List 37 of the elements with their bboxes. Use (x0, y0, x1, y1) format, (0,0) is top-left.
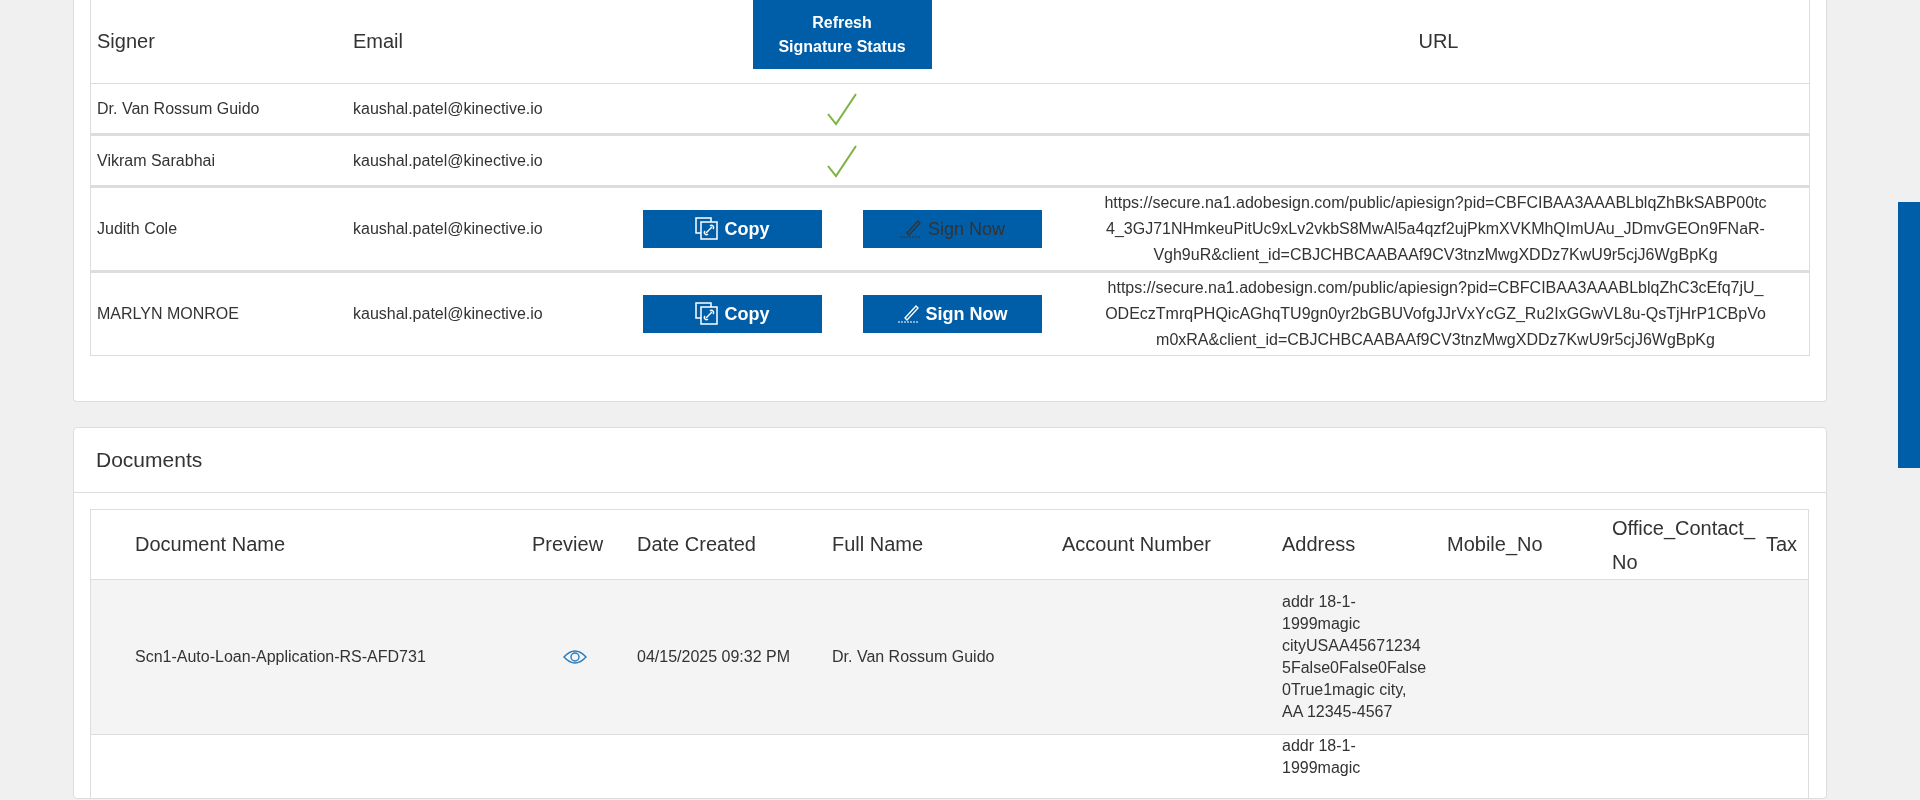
column-header: Office_Contact_No (1611, 515, 1757, 575)
column-header: Document Name (134, 533, 287, 556)
copy-icon (694, 217, 719, 241)
signing-url: https://secure.na1.adobesign.com/public/apiesign?pid=CBFCIBAA3AAABLblqZhC3cEfq7jU_ODEczTmrqPHQicAGhqTU9gn0yr2bGBUVofgJJrVxYcGZ_Ru2IxGGwVL8u-QsTjHrP1CBpVom0xRA&client_id=CBJCHBCAABAAf9CV3tnzMwgXDDz7KwU9r5cjJ6WgBpKg (1104, 278, 1767, 350)
signer-email: kaushal.patel@kinective.io (352, 99, 544, 118)
copy-button[interactable]: Copy (642, 295, 822, 333)
column-header: Mobile_No (1446, 533, 1544, 556)
address: addr 18-1-1999magic (1281, 736, 1362, 778)
eye-icon[interactable] (562, 648, 587, 666)
column-header: Preview (531, 533, 605, 556)
column-header: Signer (96, 30, 156, 53)
sign-now-button[interactable]: Sign Now (862, 295, 1042, 333)
column-header: Email (352, 30, 404, 53)
pen-icon (898, 219, 922, 239)
address: addr 18-1-1999magic cityUSAA456712345False0False0False0True1magic city, AA 12345-4567 (1281, 592, 1428, 722)
signing-url: https://secure.na1.adobesign.com/public/apiesign?pid=CBFCIBAA3AAABLblqZhBkSABP00tc4_3GJ71NHmkeuPitUc9xLv2vkbS8MwAl5a4qzf2ujPkmXVKMhQImUAu_JDmvGEOn9FNaR-Vgh9uR&client_id=CBJCHBCAABAAf9CV3tnzMwgXDDz7KwU9r5cjJ6WgBpKg (1103, 193, 1768, 265)
pen-icon (896, 304, 920, 324)
signer-name: MARLYN MONROE (96, 305, 240, 323)
full-name: Dr. Van Rossum Guido (831, 648, 996, 666)
section-title: Documents (96, 448, 203, 472)
signer-name: Vikram Sarabhai (96, 151, 216, 170)
refresh-status-button[interactable]: Refresh Signature Status (752, 0, 932, 69)
date-created: 04/15/2025 09:32 PM (636, 648, 791, 666)
column-header: Address (1281, 533, 1357, 556)
copy-icon (694, 302, 719, 326)
signer-name: Judith Cole (96, 220, 179, 238)
signer-email: kaushal.patel@kinective.io (352, 220, 544, 238)
column-header: Account Number (1061, 533, 1212, 556)
copy-button[interactable]: Copy (642, 210, 822, 248)
column-header: Tax (1765, 533, 1799, 556)
signer-name: Dr. Van Rossum Guido (96, 99, 261, 118)
column-header: URL (1417, 30, 1460, 53)
column-header: Date Created (636, 533, 757, 556)
column-header: Full Name (831, 533, 925, 556)
signer-email: kaushal.patel@kinective.io (352, 305, 544, 323)
signer-email: kaushal.patel@kinective.io (352, 151, 544, 170)
document-name: Scn1-Auto-Loan-Application-RS-AFD731 (134, 648, 427, 666)
